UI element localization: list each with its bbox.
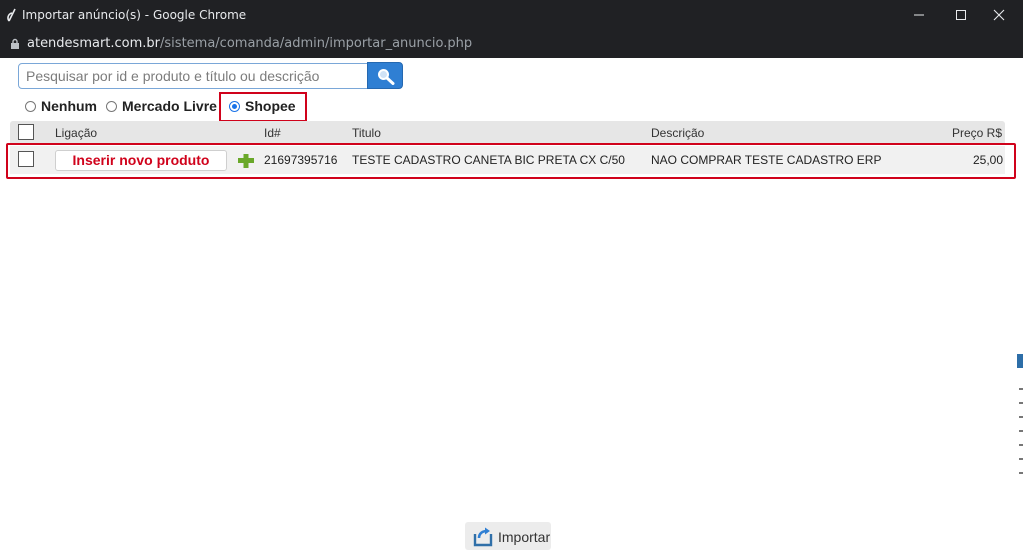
window-title: Importar anúncio(s) - Google Chrome	[22, 8, 247, 22]
header-titulo: Titulo	[352, 126, 381, 140]
search-input[interactable]	[18, 63, 368, 89]
import-button[interactable]: Importar	[465, 522, 551, 550]
window-titlebar: Importar anúncio(s) - Google Chrome	[0, 0, 1023, 30]
maximize-icon	[956, 10, 966, 20]
radio-mercado-livre[interactable]: Mercado Livre	[106, 98, 217, 114]
radio-nenhum[interactable]: Nenhum	[25, 98, 97, 114]
address-bar[interactable]: atendesmart.com.br/sistema/comanda/admin…	[0, 30, 1023, 58]
search-icon	[378, 69, 395, 85]
search-button[interactable]	[367, 62, 403, 89]
app-icon	[7, 8, 16, 22]
import-icon	[473, 527, 493, 547]
background-marks	[1019, 388, 1023, 478]
close-icon	[993, 9, 1005, 21]
background-window-edge	[1017, 58, 1023, 554]
lock-icon	[11, 38, 19, 49]
radio-circle[interactable]	[106, 100, 117, 112]
radio-label: Nenhum	[41, 98, 97, 114]
highlight-box-shopee	[219, 92, 307, 122]
import-label: Importar	[498, 529, 551, 545]
radio-label: Mercado Livre	[122, 98, 217, 114]
highlight-box-row	[6, 143, 1016, 179]
close-button[interactable]	[976, 0, 1022, 30]
header-preco: Preço R$	[952, 126, 1003, 140]
minimize-button[interactable]	[896, 0, 942, 30]
minimize-icon	[914, 14, 924, 16]
radio-circle[interactable]	[25, 100, 36, 112]
select-all-checkbox[interactable]	[18, 124, 34, 140]
background-accent	[1017, 354, 1023, 368]
header-descricao: Descrição	[651, 126, 705, 140]
url-host: atendesmart.com.br	[27, 36, 161, 51]
header-id: Id#	[264, 126, 281, 140]
url-path: /sistema/comanda/admin/importar_anuncio.…	[160, 36, 473, 51]
header-ligacao: Ligação	[55, 126, 98, 140]
url-text: atendesmart.com.br/sistema/comanda/admin…	[27, 36, 472, 51]
table-header: Ligação Id# Titulo Descrição Preço R$	[10, 121, 1005, 143]
